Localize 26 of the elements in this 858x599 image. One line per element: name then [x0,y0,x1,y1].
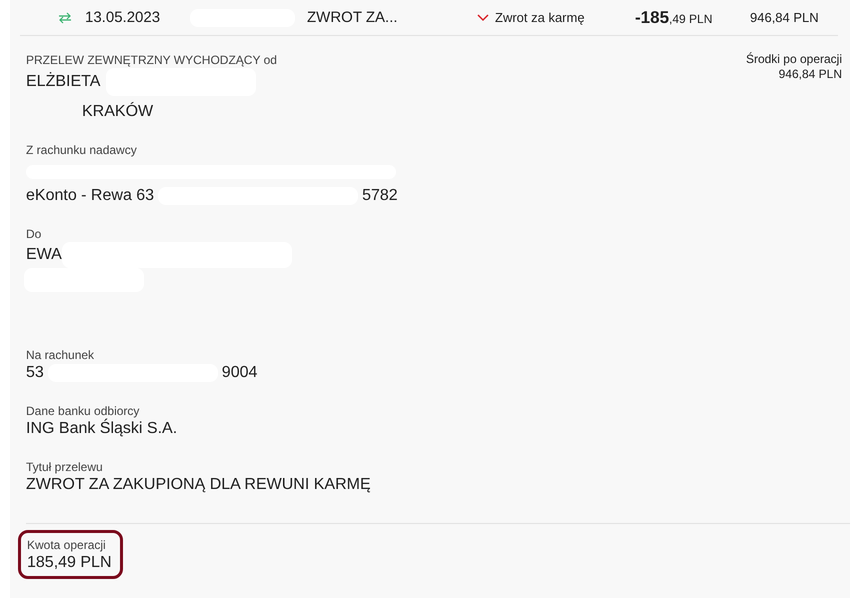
transaction-title: ZWROT ZA... [307,9,399,26]
field-value: 9004 [222,363,258,383]
field-value: ING Bank Śląski S.A. [26,419,178,439]
field-label: Tytuł przelewu [26,459,104,475]
balance-amount: 946,84 PLN [750,10,819,25]
amount-label: Kwota operacji [27,537,107,553]
transfer-type-label: PRZELEW ZEWNĘTRZNY WYCHODZĄCY od [26,52,277,68]
field-value: EWA [26,245,62,265]
transaction-amount: -185,49 PLN [635,8,714,28]
chevron-icon[interactable] [477,14,489,22]
field-label: Na rachunek [26,347,96,363]
sender-city: KRAKÓW [82,102,154,122]
field-label: Do [26,226,42,242]
field-value: 53 [26,363,44,383]
sender-name: ELŻBIETA [26,72,100,92]
field-label: Z rachunku nadawcy [26,142,138,158]
amount-value: 185,49 PLN [27,553,112,573]
balance-value: 946,84 PLN [778,67,842,82]
transaction-category: Zwrot za karmę [495,10,586,25]
transaction-date: 13.05.2023 [85,9,162,26]
field-value: 5782 [362,186,398,206]
field-label: Dane banku odbiorcy [26,403,140,418]
balance-label: Środki po operacji [746,52,842,67]
field-value: ZWROT ZA ZAKUPIONĄ DLA REWUNI KARMĘ [26,475,371,495]
transfer-icon [58,12,72,24]
field-value: eKonto - Rewa 63 [26,186,154,206]
